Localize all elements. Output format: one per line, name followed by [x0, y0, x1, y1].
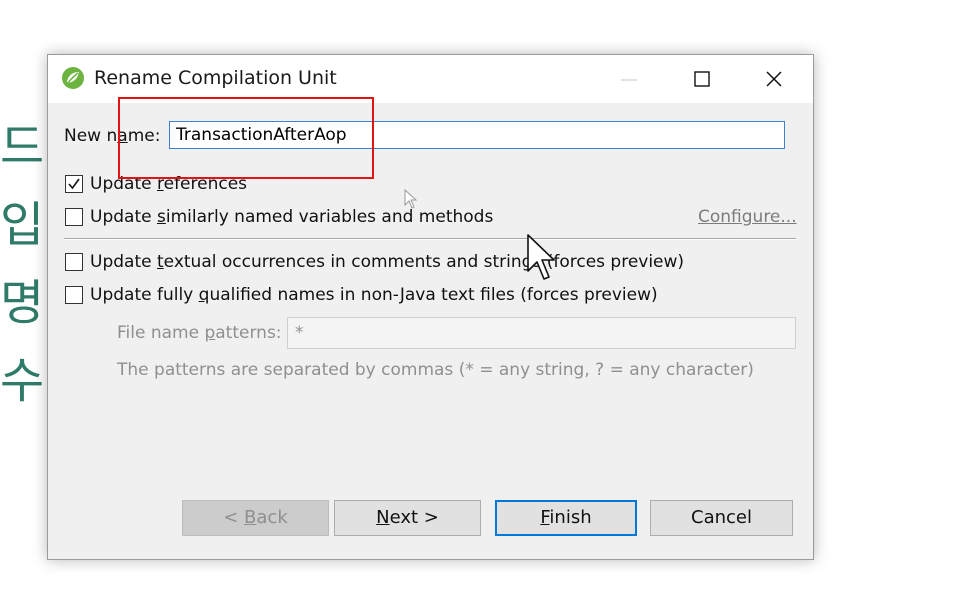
maximize-button[interactable] [678, 55, 726, 103]
dialog-title: Rename Compilation Unit [94, 67, 337, 89]
cancel-button[interactable]: Cancel [650, 500, 793, 536]
minimize-button[interactable] [605, 55, 653, 103]
configure-link[interactable]: Configure... [698, 207, 797, 227]
update-textual-checkbox[interactable] [65, 253, 83, 271]
highlight-annotation-rectangle [118, 97, 374, 179]
maximize-icon [694, 71, 710, 87]
file-name-patterns-input: * [287, 317, 796, 349]
back-button: < Back [182, 500, 329, 536]
update-similar-checkbox[interactable] [65, 208, 83, 226]
checkmark-icon [68, 178, 80, 190]
eclipse-spring-leaf-icon [61, 66, 85, 90]
mouse-pointer-icon [527, 234, 555, 280]
finish-button[interactable]: Finish [495, 500, 637, 536]
patterns-hint: The patterns are separated by commas (* … [117, 360, 754, 380]
background-glyph: 드 [0, 119, 45, 175]
update-textual-label[interactable]: Update textual occurrences in comments a… [90, 252, 684, 272]
background-glyph: 수 [0, 353, 45, 409]
update-references-checkbox[interactable] [65, 175, 83, 193]
background-korean-text: 드 입 명 수 [0, 108, 48, 420]
background-glyph: 명 [0, 275, 45, 331]
update-qualified-checkbox[interactable] [65, 286, 83, 304]
minimize-icon [621, 79, 637, 81]
update-similar-label[interactable]: Update similarly named variables and met… [90, 207, 493, 227]
file-name-patterns-label: File name patterns: [117, 323, 282, 343]
close-icon [766, 71, 782, 87]
next-button[interactable]: Next > [334, 500, 481, 536]
separator [64, 238, 796, 240]
ghost-cursor-icon [404, 189, 418, 209]
update-qualified-label[interactable]: Update fully qualified names in non-Java… [90, 285, 658, 305]
dialog-titlebar[interactable]: Rename Compilation Unit [48, 55, 813, 103]
background-glyph: 입 [0, 197, 45, 253]
close-button[interactable] [750, 55, 798, 103]
